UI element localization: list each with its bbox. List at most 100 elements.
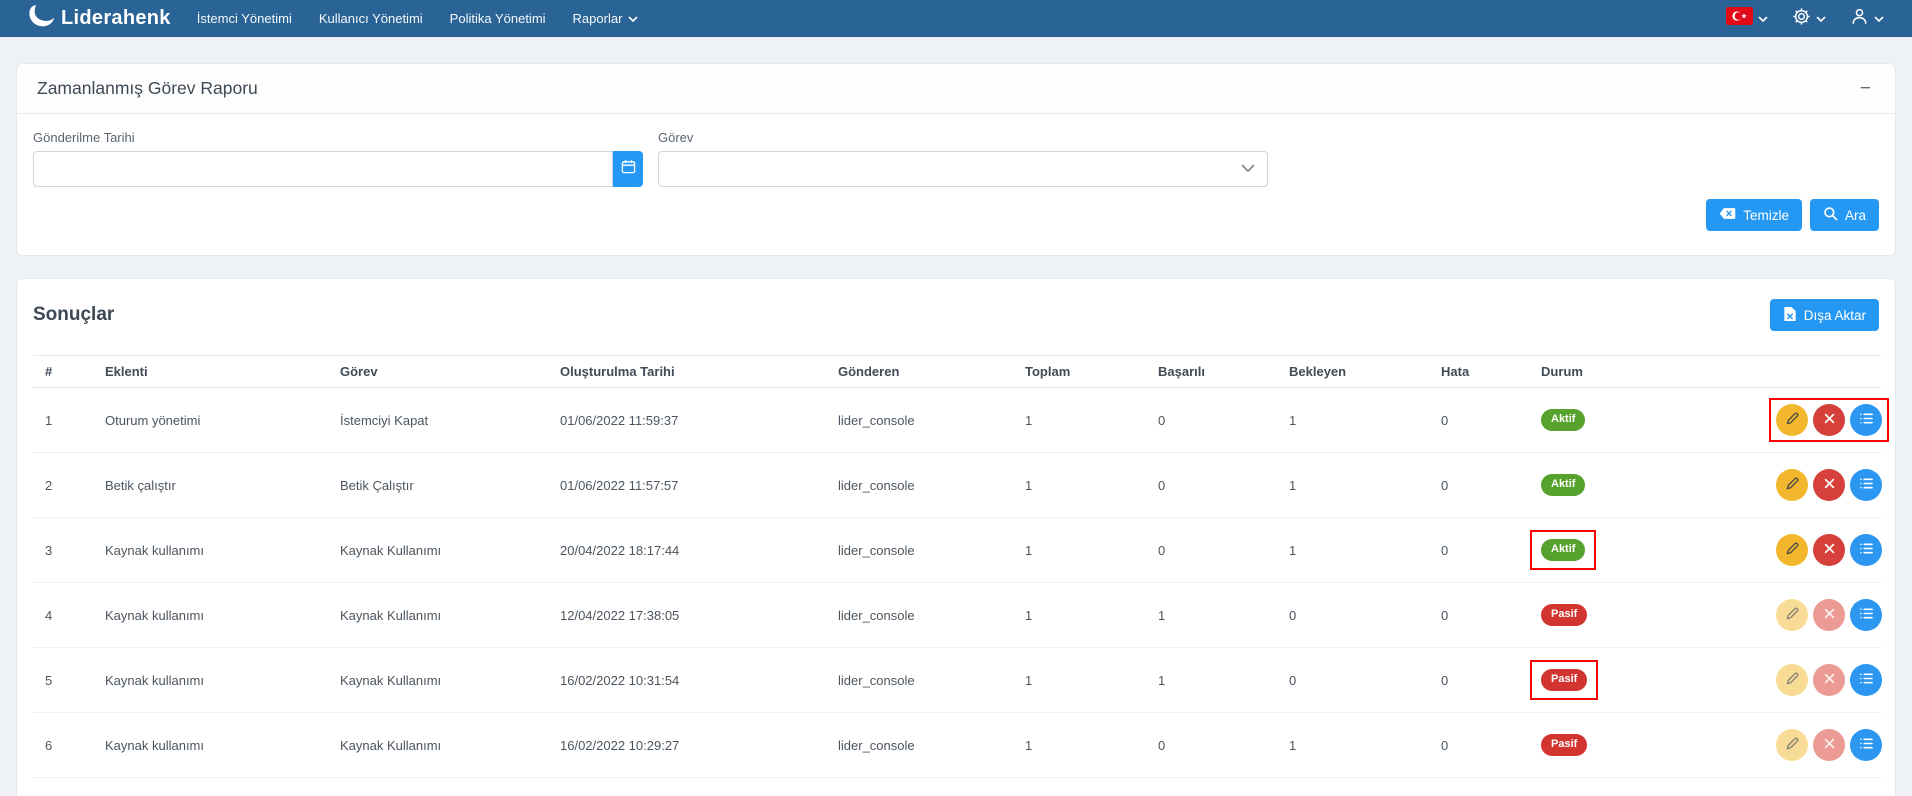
cell-tarih: 16/02/2022 10:31:54 — [548, 647, 826, 713]
table-row: 3 Kaynak kullanımı Kaynak Kullanımı 20/0… — [33, 517, 1882, 583]
cell-toplam: 1 — [1013, 582, 1146, 648]
filter-panel-header: Zamanlanmış Görev Raporu − — [17, 64, 1895, 114]
field-gonderilme-tarihi: Gönderilme Tarihi — [33, 130, 643, 187]
cell-basarili: 1 — [1146, 582, 1277, 648]
settings-menu[interactable] — [1792, 7, 1826, 31]
filter-form: Gönderilme Tarihi Görev Temizle Ara — [17, 114, 1895, 255]
cell-tarih: 01/06/2022 11:57:57 — [548, 452, 826, 518]
detail-button[interactable] — [1850, 664, 1882, 696]
chevron-down-icon — [628, 11, 638, 26]
detail-button[interactable] — [1850, 404, 1882, 436]
cell-basarili: 0 — [1146, 452, 1277, 518]
chevron-down-icon — [1874, 10, 1884, 28]
menu-item-istemci-yonetimi[interactable]: İstemci Yönetimi — [197, 11, 292, 26]
column-header: Başarılı — [1146, 355, 1277, 388]
gear-icon — [1792, 7, 1811, 31]
filter-panel: Zamanlanmış Görev Raporu − Gönderilme Ta… — [16, 63, 1896, 256]
edit-button-disabled — [1776, 729, 1808, 761]
list-icon — [1859, 737, 1874, 753]
cell-gorev: İstemciyi Kapat — [328, 387, 548, 453]
cell-toplam: 1 — [1013, 452, 1146, 518]
cell-basarili: 0 — [1146, 712, 1277, 778]
brand[interactable]: Liderahenk — [28, 4, 171, 33]
backspace-icon — [1719, 207, 1736, 223]
cell-bekleyen: 1 — [1277, 517, 1429, 583]
close-icon — [1823, 607, 1836, 623]
pencil-icon — [1785, 476, 1800, 494]
close-icon — [1823, 672, 1836, 688]
cancel-button[interactable] — [1813, 534, 1845, 566]
column-header-actions — [1764, 355, 1881, 388]
cancel-button-disabled — [1813, 729, 1845, 761]
clear-button[interactable]: Temizle — [1706, 199, 1802, 231]
field-gorev: Görev — [658, 130, 1268, 187]
cell-gorev: Kaynak Kullanımı — [328, 647, 548, 713]
cell-eklenti: Kaynak kullanımı — [93, 517, 328, 583]
edit-button[interactable] — [1776, 404, 1808, 436]
pencil-icon — [1785, 606, 1800, 624]
detail-button[interactable] — [1850, 534, 1882, 566]
collapse-icon[interactable]: − — [1856, 79, 1875, 98]
detail-button[interactable] — [1850, 469, 1882, 501]
table-row: 6 Kaynak kullanımı Kaynak Kullanımı 16/0… — [33, 712, 1882, 778]
edit-button-disabled — [1776, 599, 1808, 631]
main-menu: İstemci Yönetimi Kullanıcı Yönetimi Poli… — [197, 11, 639, 26]
menu-item-politika-yonetimi[interactable]: Politika Yönetimi — [450, 11, 546, 26]
table-row: 4 Kaynak kullanımı Kaynak Kullanımı 12/0… — [33, 582, 1882, 648]
list-icon — [1859, 477, 1874, 493]
column-header: Eklenti — [93, 355, 328, 388]
cell-hata: 0 — [1429, 647, 1529, 713]
list-icon — [1859, 672, 1874, 688]
cell-eklenti: Oturum yönetimi — [93, 387, 328, 453]
cell-hata: 0 — [1429, 452, 1529, 518]
detail-button[interactable] — [1850, 599, 1882, 631]
results-title: Sonuçlar — [33, 304, 115, 325]
cancel-button-disabled — [1813, 599, 1845, 631]
chevron-down-icon — [1241, 160, 1255, 178]
column-header: Durum — [1529, 355, 1764, 388]
column-header: Toplam — [1013, 355, 1146, 388]
cell-index: 2 — [33, 452, 93, 518]
cell-hata: 0 — [1429, 712, 1529, 778]
search-icon — [1823, 206, 1838, 224]
cell-index: 6 — [33, 712, 93, 778]
cell-eklenti: Kaynak kullanımı — [93, 712, 328, 778]
column-header: Hata — [1429, 355, 1529, 388]
column-header: Bekleyen — [1277, 355, 1429, 388]
cell-bekleyen: 1 — [1277, 387, 1429, 453]
task-select[interactable] — [658, 151, 1268, 187]
pencil-icon — [1785, 541, 1800, 559]
brand-name: Liderahenk — [61, 7, 171, 29]
chevron-down-icon — [1758, 10, 1768, 28]
cancel-button[interactable] — [1813, 469, 1845, 501]
annotation-red-box: Pasif — [1530, 660, 1599, 700]
list-icon — [1859, 542, 1874, 558]
date-field-label: Gönderilme Tarihi — [33, 130, 135, 145]
edit-button[interactable] — [1776, 469, 1808, 501]
task-field-label: Görev — [658, 130, 694, 145]
edit-button[interactable] — [1776, 534, 1808, 566]
export-button[interactable]: Dışa Aktar — [1769, 299, 1879, 331]
cell-toplam: 1 — [1013, 517, 1146, 583]
date-input[interactable] — [33, 151, 613, 187]
cell-bekleyen: 1 — [1277, 712, 1429, 778]
account-menu[interactable] — [1850, 7, 1884, 31]
status-badge: Pasif — [1541, 604, 1588, 626]
search-button[interactable]: Ara — [1809, 199, 1879, 231]
calendar-button[interactable] — [613, 151, 643, 187]
language-selector[interactable] — [1726, 7, 1768, 30]
cell-index: 5 — [33, 647, 93, 713]
navbar-right — [1726, 7, 1884, 31]
user-icon — [1850, 7, 1869, 31]
cancel-button[interactable] — [1813, 404, 1845, 436]
results-panel: Sonuçlar Dışa Aktar # Eklenti Görev Oluş… — [16, 278, 1896, 796]
pagination: « ‹ 1 › » 10 — [17, 778, 1895, 796]
menu-item-kullanici-yonetimi[interactable]: Kullanıcı Yönetimi — [319, 11, 423, 26]
close-icon — [1823, 542, 1836, 558]
menu-item-raporlar[interactable]: Raporlar — [573, 11, 639, 26]
detail-button[interactable] — [1850, 729, 1882, 761]
cell-index: 3 — [33, 517, 93, 583]
cell-gorev: Kaynak Kullanımı — [328, 517, 548, 583]
cell-gonderen: lider_console — [826, 452, 1013, 518]
excel-file-icon — [1783, 306, 1797, 325]
